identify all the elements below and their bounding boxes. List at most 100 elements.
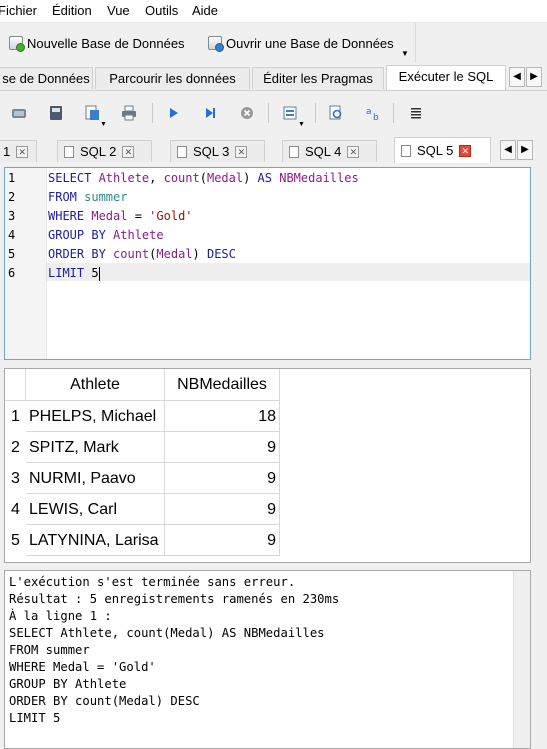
execute-all-icon[interactable] xyxy=(165,105,181,121)
tab-execute-sql[interactable]: Exécuter le SQL xyxy=(386,65,506,90)
log-line: FROM summer xyxy=(9,643,90,657)
code-token: ) xyxy=(243,171,258,185)
text-cursor xyxy=(98,266,100,281)
sql-tab-4[interactable]: SQL 4 ✕ xyxy=(282,140,377,162)
cell-nbmedailles[interactable]: 9 xyxy=(165,463,280,494)
cell-athlete[interactable]: LATYNINA, Larisa xyxy=(26,525,165,556)
row-number[interactable]: 5 xyxy=(5,525,26,556)
row-number[interactable]: 3 xyxy=(5,463,26,494)
toolbar-separator xyxy=(393,103,394,123)
stop-icon[interactable] xyxy=(239,105,255,121)
code-line[interactable]: GROUP BY Athlete xyxy=(48,228,164,242)
cell-nbmedailles[interactable]: 18 xyxy=(165,401,280,432)
code-token: GROUP BY xyxy=(48,228,114,242)
log-line: LIMIT 5 xyxy=(9,711,61,725)
menu-vue[interactable]: Vue xyxy=(107,3,130,18)
log-line: GROUP BY Athlete xyxy=(9,677,127,691)
new-database-button[interactable]: Nouvelle Base de Données xyxy=(9,33,185,53)
save-results-icon[interactable] xyxy=(283,105,299,121)
code-line[interactable]: ORDER BY count(Medal) DESC xyxy=(48,247,236,261)
line-number: 6 xyxy=(8,266,16,280)
cell-athlete[interactable]: PHELPS, Michael xyxy=(26,401,165,432)
code-token: DESC xyxy=(206,247,236,261)
code-line[interactable]: SELECT Athlete, count(Medal) AS NBMedail… xyxy=(48,171,359,185)
open-sql-file-icon[interactable] xyxy=(48,105,64,121)
close-icon[interactable]: ✕ xyxy=(347,145,360,158)
code-token: count xyxy=(113,247,150,261)
toolbar-separator xyxy=(268,103,269,123)
current-line-highlight xyxy=(47,263,530,281)
tab-scroll-right-icon[interactable]: ▶ xyxy=(526,67,542,87)
sql-tab-label: SQL 2 xyxy=(80,144,117,159)
code-line[interactable]: LIMIT 5 xyxy=(48,266,100,281)
code-token: , xyxy=(149,171,164,185)
document-icon xyxy=(64,145,74,158)
results-grid[interactable]: Athlete NBMedailles 1 PHELPS, Michael 18 2 S… xyxy=(4,368,531,563)
open-database-label: Ouvrir une Base de Données xyxy=(226,35,394,51)
tab-edit-pragmas[interactable]: Éditer les Pragmas xyxy=(252,67,384,89)
new-db-icon xyxy=(9,36,25,52)
open-database-button[interactable]: Ouvrir une Base de Données xyxy=(208,33,394,53)
column-header-athlete[interactable]: Athlete xyxy=(26,369,165,401)
sql-editor[interactable]: SELECT Athlete, count(Medal) AS NBMedail… xyxy=(4,167,531,360)
comment-icon[interactable] xyxy=(408,105,424,121)
row-number[interactable]: 4 xyxy=(5,494,26,525)
cell-nbmedailles[interactable]: 9 xyxy=(165,432,280,463)
tab-structure[interactable]: se de Données xyxy=(0,67,93,89)
code-line[interactable]: WHERE Medal = 'Gold' xyxy=(48,209,193,223)
code-token: Medal xyxy=(91,209,128,223)
sql-tab-scroll-right-icon[interactable]: ▶ xyxy=(517,140,533,160)
tab-scroll-left-icon[interactable]: ◀ xyxy=(509,67,525,87)
code-token: WHERE xyxy=(48,209,92,223)
execute-line-icon[interactable] xyxy=(202,105,218,121)
cell-nbmedailles[interactable]: 9 xyxy=(165,494,280,525)
find-replace-icon[interactable]: ab xyxy=(365,105,381,121)
close-icon[interactable]: ✕ xyxy=(235,145,248,158)
sql-tab-2[interactable]: SQL 2 ✕ xyxy=(57,140,152,162)
code-token: SELECT xyxy=(48,171,99,185)
save-sql-dropdown-icon[interactable]: ▼ xyxy=(100,121,107,128)
cell-athlete[interactable]: NURMI, Paavo xyxy=(26,463,165,494)
cell-athlete[interactable]: LEWIS, Carl xyxy=(26,494,165,525)
code-token: AS xyxy=(257,171,280,185)
toolbar-separator xyxy=(152,103,153,123)
row-number[interactable]: 2 xyxy=(5,432,26,463)
sql-tab-3[interactable]: SQL 3 ✕ xyxy=(170,140,265,162)
tab-browse-data[interactable]: Parcourir les données xyxy=(95,67,250,89)
cell-nbmedailles[interactable]: 9 xyxy=(165,525,280,556)
sql-tab-1[interactable]: 1 ✕ xyxy=(0,140,37,162)
menu-edition[interactable]: Édition xyxy=(52,3,92,18)
code-token: FROM xyxy=(48,190,85,204)
code-token: Athlete xyxy=(98,171,150,185)
open-database-dropdown-icon[interactable]: ▼ xyxy=(401,49,409,58)
document-icon xyxy=(289,145,299,158)
log-scrollbar[interactable] xyxy=(513,571,530,748)
grid-corner[interactable] xyxy=(5,369,26,401)
save-results-dropdown-icon[interactable]: ▼ xyxy=(298,121,305,128)
menu-outils[interactable]: Outils xyxy=(145,3,178,18)
log-line: ORDER BY count(Medal) DESC xyxy=(9,694,200,708)
menu-fichier[interactable]: Fichier xyxy=(0,3,37,18)
code-token: 5 xyxy=(91,266,99,280)
close-icon[interactable]: ✕ xyxy=(459,144,472,157)
code-line[interactable]: FROM summer xyxy=(48,190,127,204)
sql-tab-5[interactable]: SQL 5 ✕ xyxy=(394,137,491,163)
print-icon[interactable] xyxy=(121,105,137,121)
line-number: 1 xyxy=(8,171,16,185)
row-number[interactable]: 1 xyxy=(5,401,26,432)
log-line: SELECT Athlete, count(Medal) AS NBMedail… xyxy=(9,626,325,640)
document-icon xyxy=(401,144,411,157)
save-sql-icon[interactable] xyxy=(84,105,100,121)
code-token: Medal xyxy=(206,171,244,185)
close-icon[interactable]: ✕ xyxy=(122,145,135,158)
message-log[interactable]: L'exécution s'est terminée sans erreur. R… xyxy=(4,570,531,749)
code-token: LIMIT xyxy=(48,266,92,280)
cell-athlete[interactable]: SPITZ, Mark xyxy=(26,432,165,463)
close-icon[interactable]: ✕ xyxy=(16,145,29,158)
sql-toolbar: ▼ ▼ ab xyxy=(0,91,547,135)
column-header-nbmedailles[interactable]: NBMedailles xyxy=(165,369,280,401)
open-sql-tab-icon[interactable] xyxy=(11,105,27,121)
find-icon[interactable] xyxy=(328,105,344,121)
sql-tab-scroll-left-icon[interactable]: ◀ xyxy=(500,140,516,160)
menu-aide[interactable]: Aide xyxy=(192,3,218,18)
